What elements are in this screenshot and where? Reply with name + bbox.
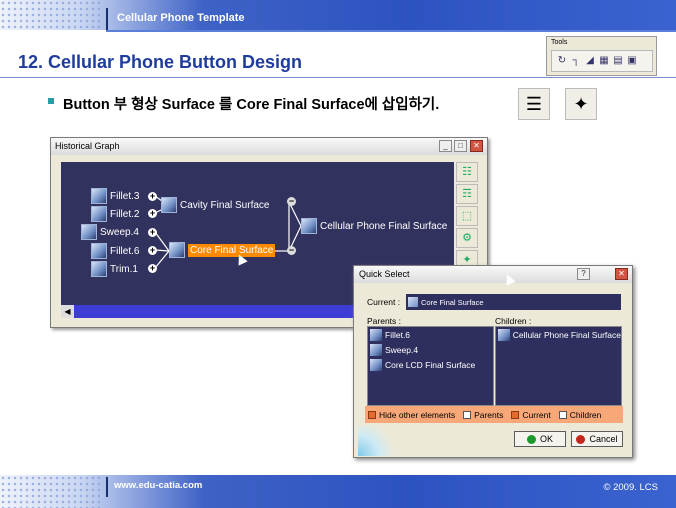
catalog-icon[interactable]: ▣ — [626, 54, 638, 68]
current-checkbox[interactable]: Current — [511, 410, 551, 420]
filter-options: Hide other elements Parents Current Chil… — [365, 406, 623, 423]
surface-icon — [370, 358, 382, 371]
surface-icon — [408, 297, 418, 307]
graph-tree-icon: ☰ — [518, 88, 550, 120]
surface-icon — [301, 218, 317, 234]
parents-checkbox[interactable]: Parents — [463, 410, 503, 420]
current-field[interactable]: Core Final Surface — [406, 294, 621, 310]
node-fillet3[interactable]: Fillet.3 — [91, 188, 139, 204]
ok-button[interactable]: OK — [514, 431, 566, 447]
options-icon[interactable]: ⚙ — [456, 228, 478, 248]
help-button[interactable]: ? — [577, 268, 590, 280]
node-sweep4[interactable]: Sweep.4 — [81, 224, 139, 240]
axis-icon[interactable]: ┐ — [570, 54, 582, 68]
banner-divider — [106, 8, 108, 30]
footer-banner: www.edu-catia.com © 2009. LCS — [0, 475, 676, 508]
parents-list[interactable]: Fillet.6 Sweep.4 Core LCD Final Surface — [367, 326, 494, 406]
node-fillet2[interactable]: Fillet.2 — [91, 206, 139, 222]
checkbox-checked-icon[interactable] — [368, 410, 376, 419]
banner-rule — [106, 30, 676, 32]
tools-toolbar-strip: ↻ ┐ ◢ ▦ ▤ ▣ — [551, 50, 653, 72]
cancel-icon — [576, 434, 586, 444]
fillet-icon — [91, 188, 107, 204]
children-list[interactable]: Cellular Phone Final Surface — [495, 326, 622, 406]
checkbox-unchecked-icon[interactable] — [558, 410, 567, 419]
sweep-icon — [81, 224, 97, 240]
list-item[interactable]: Sweep.4 — [368, 342, 493, 357]
list-item[interactable]: Fillet.6 — [368, 327, 493, 342]
instruction-text: Button 부 형상 Surface 를 Core Final Surface… — [63, 97, 440, 113]
banner-pattern — [0, 0, 100, 30]
page-title: 12. Cellular Phone Button Design — [18, 52, 303, 72]
banner-title: Cellular Phone Template — [117, 12, 245, 24]
checkbox-unchecked-icon[interactable] — [463, 410, 472, 419]
footer-pattern — [0, 475, 100, 508]
node-cavity-final-surface[interactable]: Cavity Final Surface — [161, 197, 269, 213]
node-trim1[interactable]: Trim.1 — [91, 261, 138, 277]
checkbox-checked-icon[interactable] — [511, 410, 520, 419]
expand-icon[interactable]: + — [148, 209, 157, 218]
update-icon[interactable]: ↻ — [556, 54, 568, 68]
cancel-button[interactable]: Cancel — [571, 431, 623, 447]
quick-select-titlebar: Quick Select — [354, 266, 632, 283]
list-item[interactable]: Cellular Phone Final Surface — [496, 327, 621, 342]
expand-icon[interactable]: + — [148, 228, 157, 237]
hide-other-elements-checkbox[interactable]: Hide other elements — [368, 410, 455, 420]
trim-icon — [91, 261, 107, 277]
graph-side-toolbar: ☷ ☶ ⬚ ⚙ ✦ — [456, 162, 480, 272]
quick-select-dialog: Quick Select ? ✕ Current : Core Final Su… — [353, 265, 633, 458]
fit-all-icon[interactable]: ⬚ — [456, 206, 478, 226]
maximize-button[interactable]: □ — [454, 140, 467, 152]
expand-icon[interactable]: + — [148, 246, 157, 255]
close-button[interactable]: ✕ — [615, 268, 628, 280]
fillet-icon — [91, 206, 107, 222]
close-button[interactable]: ✕ — [470, 140, 483, 152]
current-label: Current : — [367, 297, 401, 307]
snap-icon[interactable]: ◢ — [584, 54, 596, 68]
bullet-icon — [48, 98, 54, 104]
ok-icon — [526, 434, 536, 444]
footer-url: www.edu-catia.com — [114, 480, 203, 491]
surface-icon — [498, 328, 510, 341]
expand-icon[interactable]: + — [148, 264, 157, 273]
list-item[interactable]: Core LCD Final Surface — [368, 357, 493, 372]
quick-select-icon: ✦ — [565, 88, 597, 120]
historical-graph-titlebar: Historical Graph — [51, 138, 487, 155]
dialog-decoration — [358, 426, 400, 456]
tools-toolbar: Tools ↻ ┐ ◢ ▦ ▤ ▣ — [546, 36, 657, 76]
scroll-left-icon[interactable]: ◀ — [61, 305, 74, 318]
surface-icon — [169, 242, 185, 258]
node-fillet6[interactable]: Fillet.6 — [91, 243, 139, 259]
fillet-icon — [91, 243, 107, 259]
tree-add-icon[interactable]: ☷ — [456, 162, 478, 182]
parents-label: Parents : — [367, 316, 402, 326]
children-label: Children : — [495, 316, 532, 326]
footer-copyright: © 2009. LCS — [603, 482, 658, 493]
tree-remove-icon[interactable]: ☶ — [456, 184, 478, 204]
children-checkbox[interactable]: Children — [558, 410, 601, 420]
grid-icon[interactable]: ▦ — [598, 54, 610, 68]
layer-icon[interactable]: ▤ — [612, 54, 624, 68]
heading-rule — [0, 77, 676, 78]
collapse-icon[interactable]: − — [287, 246, 296, 255]
collapse-icon[interactable]: − — [287, 197, 296, 206]
sweep-icon — [370, 343, 382, 356]
expand-icon[interactable]: + — [148, 192, 157, 201]
top-banner: Cellular Phone Template — [0, 0, 676, 30]
tools-toolbar-label: Tools — [551, 39, 568, 46]
surface-icon — [161, 197, 177, 213]
footer-divider — [106, 477, 108, 497]
node-core-final-surface[interactable]: Core Final Surface — [169, 242, 276, 258]
minimize-button[interactable]: _ — [439, 140, 452, 152]
fillet-icon — [370, 328, 382, 341]
node-cellular-phone-final-surface[interactable]: Cellular Phone Final Surface — [301, 218, 447, 234]
